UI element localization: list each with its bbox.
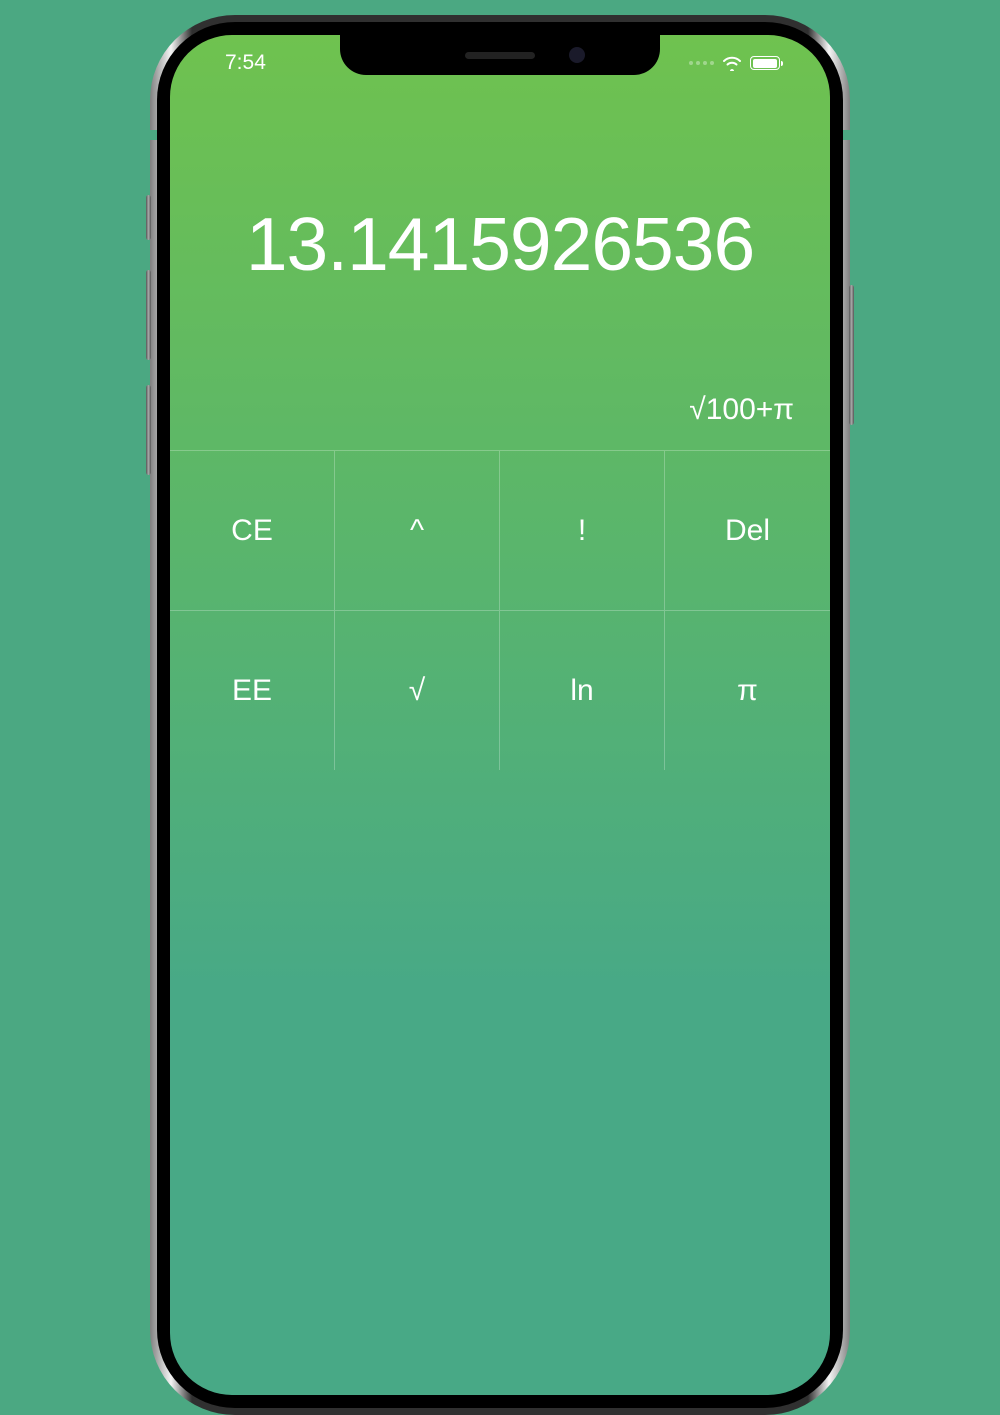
- phone-bezel: 7:54: [157, 22, 843, 1408]
- pi-button[interactable]: π: [665, 610, 830, 770]
- calculator-screen: 7:54: [170, 35, 830, 1395]
- antenna-line: [843, 130, 850, 140]
- mute-switch: [146, 195, 151, 240]
- ln-button[interactable]: ln: [500, 610, 665, 770]
- phone-frame: 7:54: [150, 15, 850, 1415]
- factorial-button[interactable]: !: [500, 450, 665, 610]
- expression-value: √100+π: [198, 393, 802, 435]
- status-indicators: [689, 55, 780, 71]
- sqrt-button[interactable]: √: [335, 610, 500, 770]
- power-button: [849, 285, 854, 425]
- volume-down-button: [146, 385, 151, 475]
- status-time: 7:54: [225, 51, 266, 75]
- antenna-line: [150, 130, 157, 140]
- calculator-display: 13.1415926536 √100+π: [170, 95, 830, 450]
- page-dots-icon: [689, 61, 714, 65]
- delete-button[interactable]: Del: [665, 450, 830, 610]
- status-bar: 7:54: [170, 53, 830, 73]
- battery-icon: [750, 56, 780, 70]
- volume-up-button: [146, 270, 151, 360]
- wifi-icon: [721, 55, 743, 71]
- ee-button[interactable]: EE: [170, 610, 335, 770]
- result-value: 13.1415926536: [198, 95, 802, 393]
- calculator-keypad: CE ^ ! Del EE √ ln π: [170, 450, 830, 770]
- clear-entry-button[interactable]: CE: [170, 450, 335, 610]
- power-operator-button[interactable]: ^: [335, 450, 500, 610]
